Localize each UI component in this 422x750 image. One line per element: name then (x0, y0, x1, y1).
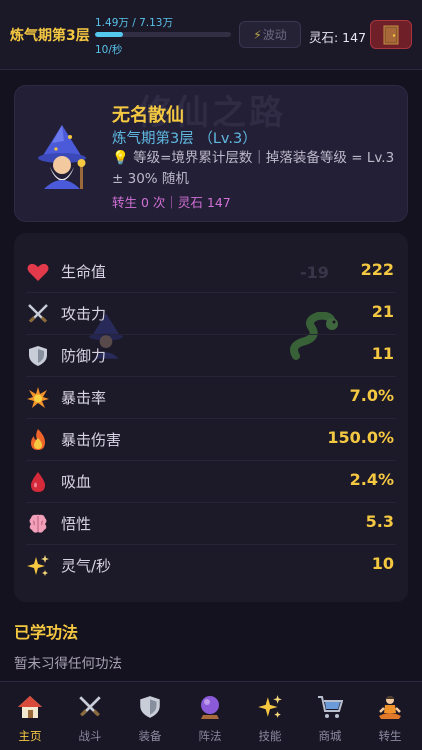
stat-value: 5.3 (365, 512, 394, 531)
collision-icon (26, 386, 50, 410)
player-level: 炼气期第3层 （Lv.3） (112, 131, 257, 147)
nav-label: 技能 (258, 729, 282, 743)
stat-row-crit-rate: 暴击率 7.0% (26, 377, 396, 419)
blood-drop-icon (26, 470, 50, 494)
stat-value: 150.0% (327, 428, 394, 447)
shield-icon (26, 344, 50, 368)
stat-label: 灵气/秒 (61, 557, 112, 575)
fire-icon (26, 428, 50, 452)
rebirth-info: 转生 0 次｜灵石 147 (112, 195, 231, 210)
crossed-swords-icon (79, 696, 101, 717)
top-bar: 炼气期第3层 1.49万 / 7.13万 10/秒 ⚡ 波动 灵石: 147 (0, 0, 422, 70)
learned-skills-empty: 暂未习得任何功法 (14, 656, 122, 672)
lightbulb-icon: 💡 (112, 150, 129, 166)
heart-icon (26, 260, 50, 284)
stat-row-crit-damage: 暴击伤害 150.0% (26, 419, 396, 461)
nav-label: 转生 (378, 729, 402, 743)
player-name: 无名散仙 (112, 105, 184, 126)
nav-rebirth[interactable]: 转生 (360, 682, 420, 750)
stat-label: 防御力 (61, 347, 107, 365)
nav-battle[interactable]: 战斗 (60, 682, 120, 750)
nav-formation[interactable]: 阵法 (180, 682, 240, 750)
nav-equipment[interactable]: 装备 (120, 682, 180, 750)
nav-label: 装备 (138, 729, 162, 743)
bottom-nav: 主页 战斗 装备 阵法 技能 商城 转生 (0, 681, 422, 750)
level-hint-text: 等级=境界累计层数｜掉落装备等级 = Lv.3 ± 30% 随机 (112, 150, 395, 187)
ripple-button-label: 波动 (262, 28, 287, 42)
exit-button[interactable] (370, 20, 412, 49)
stat-row-lifesteal: 吸血 2.4% (26, 461, 396, 503)
meditation-icon (379, 696, 401, 719)
brain-icon (26, 512, 50, 536)
stat-row-hp: 生命值 222 (26, 251, 396, 293)
nav-label: 主页 (18, 729, 42, 743)
exp-rate-text: 10/秒 (95, 44, 123, 56)
lightning-icon: ⚡ (253, 27, 262, 42)
stat-value: 222 (360, 260, 394, 279)
stat-row-attack: 攻击力 21 (26, 293, 396, 335)
nav-skills[interactable]: 技能 (240, 682, 300, 750)
crossed-swords-icon (26, 302, 50, 326)
stat-label: 攻击力 (61, 305, 107, 323)
stat-label: 暴击伤害 (61, 431, 122, 449)
nav-label: 战斗 (78, 729, 102, 743)
house-icon (18, 696, 42, 718)
stat-value: 2.4% (349, 470, 394, 489)
exp-progress-fill (95, 32, 124, 37)
ripple-button[interactable]: ⚡ 波动 (239, 21, 301, 48)
stat-label: 暴击率 (61, 389, 107, 407)
sparkles-icon (26, 554, 50, 578)
nav-label: 阵法 (198, 729, 222, 743)
door-icon (383, 25, 399, 44)
stat-row-qi-rate: 灵气/秒 10 (26, 545, 396, 587)
stat-value: 10 (371, 554, 394, 573)
stat-label: 悟性 (61, 515, 92, 533)
exp-text: 1.49万 / 7.13万 (95, 17, 173, 29)
spirit-stones-label: 灵石: 147 (309, 30, 367, 45)
cart-icon (318, 696, 343, 718)
nav-shop[interactable]: 商城 (300, 682, 360, 750)
wizard-avatar-icon (38, 125, 86, 189)
exp-progress-bar (95, 32, 231, 37)
stat-value: 11 (371, 344, 394, 363)
stat-label: 生命值 (61, 263, 107, 281)
sparkles-icon (258, 695, 282, 718)
stat-value: 7.0% (349, 386, 394, 405)
stat-row-defense: 防御力 11 (26, 335, 396, 377)
level-hint: 💡 等级=境界累计层数｜掉落装备等级 = Lv.3 ± 30% 随机 (112, 148, 397, 190)
shield-icon (140, 696, 160, 718)
realm-label: 炼气期第3层 (10, 28, 90, 44)
stat-label: 吸血 (61, 473, 92, 491)
stat-value: 21 (371, 302, 394, 321)
crystal-ball-icon (201, 696, 219, 719)
nav-label: 商城 (318, 729, 342, 743)
nav-home[interactable]: 主页 (0, 682, 60, 750)
stat-row-comprehension: 悟性 5.3 (26, 503, 396, 545)
learned-skills-title: 已学功法 (14, 623, 79, 642)
